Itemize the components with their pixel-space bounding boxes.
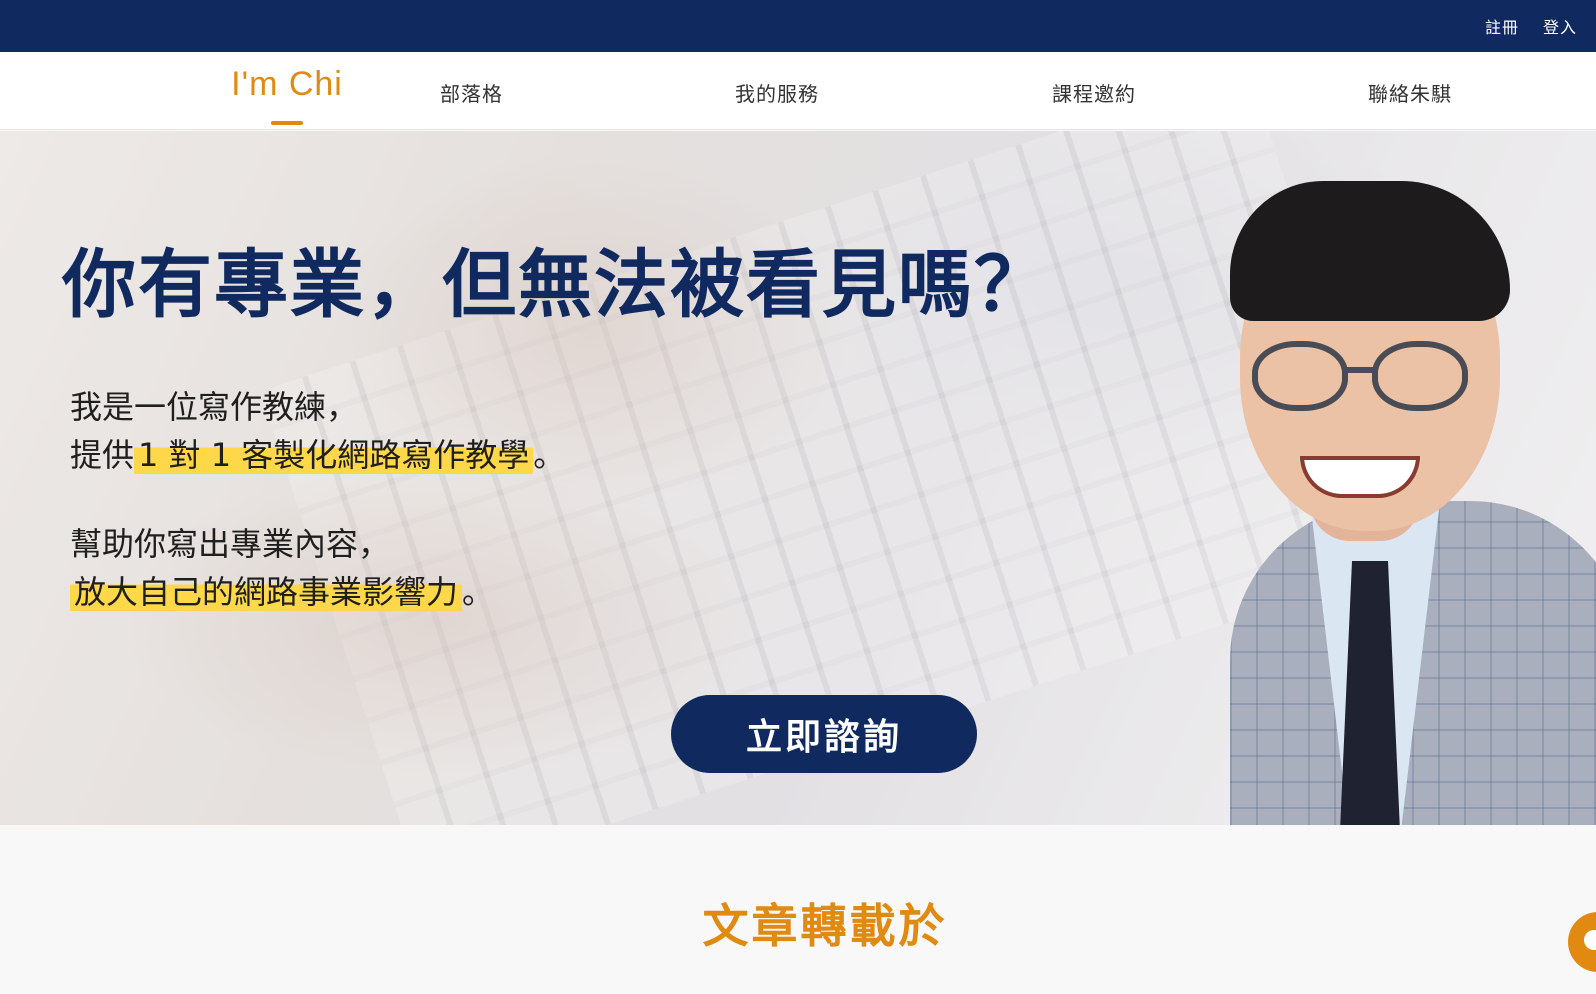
hero-line-2-prefix: 提供 [70,436,135,474]
hero-highlight-2: 放大自己的網路事業影響力 [70,573,463,611]
hair [1230,181,1510,321]
reprint-section: 文章轉載於 [0,825,1596,994]
hero-line-4: 放大自己的網路事業影響力。 [70,568,494,616]
login-link[interactable]: 登入 [1543,14,1577,38]
site-logo[interactable]: I'm Chi [230,64,344,125]
hero-line-3: 幫助你寫出專業內容， [70,525,391,563]
top-bar: 註冊 登入 [0,0,1596,52]
hero-line-2-suffix: 。 [533,436,566,474]
section-title: 文章轉載於 [702,899,948,953]
nav-item-services[interactable]: 我的服務 [735,78,819,107]
hero-copy-block-2: 幫助你寫出專業內容， 放大自己的網路事業影響力。 [70,520,494,616]
hero-line-2: 提供 1 對 1 客製化網路寫作教學。 [70,431,565,479]
nav-item-contact[interactable]: 聯絡朱騏 [1368,78,1452,107]
hero-headline: 你有專業，但無法被看見嗎？ [62,242,1050,328]
hero-banner: 你有專業，但無法被看見嗎？ 我是一位寫作教練， 提供 1 對 1 客製化網路寫作教… [0,131,1596,825]
logo-underline [271,121,303,125]
main-nav: I'm Chi 部落格 我的服務 課程邀約 聯絡朱騏 [0,52,1596,130]
nav-item-courses[interactable]: 課程邀約 [1052,78,1136,107]
hero-highlight-1: 1 對 1 客製化網路寫作教學 [134,436,534,474]
coach-portrait [1190,171,1596,825]
glasses-left-lens [1252,341,1348,411]
glasses-right-lens [1372,341,1468,411]
register-link[interactable]: 註冊 [1485,14,1519,38]
glasses-bridge [1346,367,1376,373]
chat-bubble-inner [1584,930,1596,950]
nav-item-blog[interactable]: 部落格 [440,78,503,107]
consult-now-button[interactable]: 立即諮詢 [671,695,977,773]
hero-line-1: 我是一位寫作教練， [70,388,359,426]
logo-text: I'm Chi [231,65,343,103]
hero-line-4-suffix: 。 [462,573,495,611]
hero-copy-block-1: 我是一位寫作教練， 提供 1 對 1 客製化網路寫作教學。 [70,383,565,479]
